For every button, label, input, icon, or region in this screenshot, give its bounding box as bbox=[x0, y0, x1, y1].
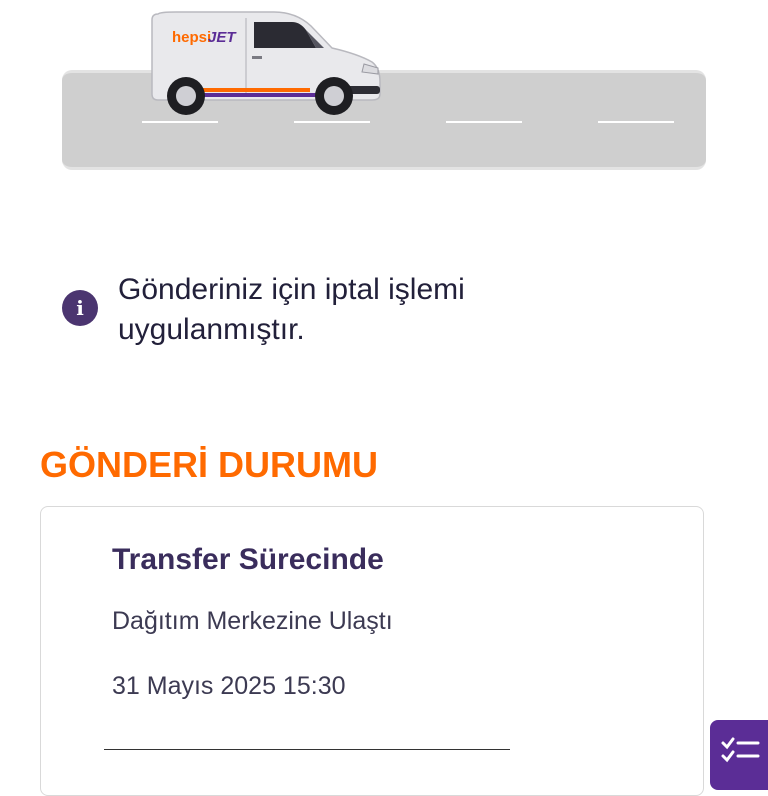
lane-marking bbox=[294, 121, 370, 123]
delivery-van-illustration: hepsi JET bbox=[151, 11, 381, 115]
delivery-hero: hepsi JET bbox=[0, 0, 768, 200]
brand-logo-hepsi: hepsi bbox=[172, 29, 211, 46]
info-icon: i bbox=[62, 290, 98, 326]
status-card: Transfer Sürecinde Dağıtım Merkezine Ula… bbox=[40, 506, 704, 796]
lane-marking bbox=[142, 121, 218, 123]
status-divider bbox=[104, 749, 510, 750]
status-date: 31 Mayıs 2025 15:30 bbox=[112, 672, 346, 700]
brand-logo-jet: JET bbox=[208, 29, 237, 46]
lane-marking bbox=[598, 121, 674, 123]
cancellation-notice: i Gönderiniz için iptal işlemi uygulanmı… bbox=[62, 270, 702, 360]
checklist-button[interactable] bbox=[710, 720, 768, 790]
checklist-icon bbox=[721, 737, 760, 763]
shipment-status-heading: GÖNDERİ DURUMU bbox=[40, 444, 378, 485]
lane-marking bbox=[446, 121, 522, 123]
status-title: Transfer Sürecinde bbox=[112, 543, 384, 576]
notice-text: Gönderiniz için iptal işlemi uygulanmışt… bbox=[118, 273, 465, 346]
status-subtitle: Dağıtım Merkezine Ulaştı bbox=[112, 607, 393, 635]
